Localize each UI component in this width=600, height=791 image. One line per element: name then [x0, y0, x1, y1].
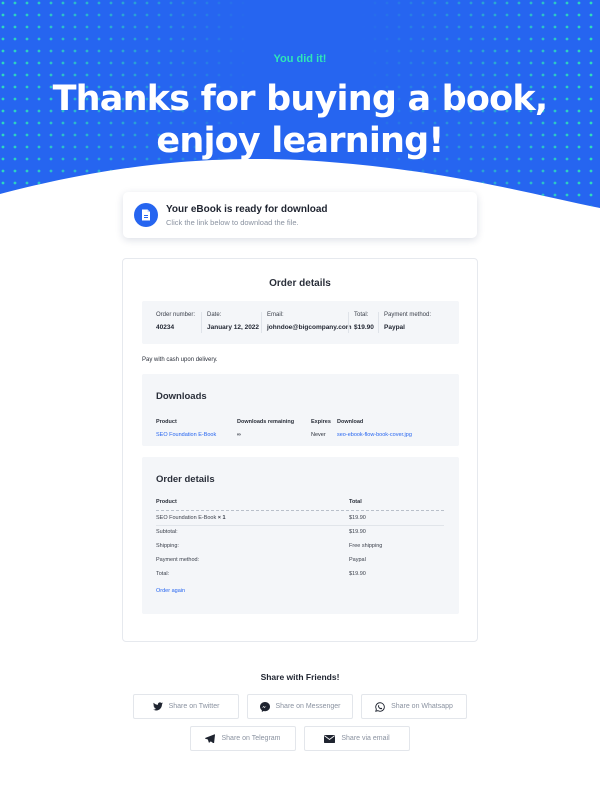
- telegram-icon: [205, 734, 216, 743]
- payment-row: Payment method: Paypal: [156, 557, 444, 563]
- subtotal-row: Subtotal: $19.90: [156, 529, 444, 535]
- download-product-link[interactable]: SEO Foundation E-Book: [156, 432, 216, 438]
- header-total: Total: [349, 499, 362, 505]
- document-icon: [134, 203, 158, 227]
- order-date-value: January 12, 2022: [207, 324, 260, 331]
- whatsapp-icon: [375, 701, 385, 712]
- share-whatsapp-button[interactable]: Share on Whatsapp: [361, 694, 467, 719]
- share-email-button[interactable]: Share via email: [304, 726, 410, 751]
- share-telegram-label: Share on Telegram: [221, 735, 281, 742]
- downloads-remaining-value: ∞: [237, 432, 241, 438]
- share-twitter-button[interactable]: Share on Twitter: [133, 694, 239, 719]
- order-panel-title: Order details: [269, 278, 331, 289]
- downloads-header-product: Product: [156, 419, 177, 425]
- divider: [156, 510, 444, 511]
- downloads-section: Downloads Product Downloads remaining Ex…: [142, 374, 459, 446]
- total-value: $19.90: [349, 571, 366, 577]
- order-again-link[interactable]: Order again: [156, 588, 185, 594]
- subtotal-value: $19.90: [349, 529, 366, 535]
- hero-tagline: You did it!: [273, 53, 327, 65]
- share-whatsapp-label: Share on Whatsapp: [391, 703, 453, 710]
- order-panel: Order details Order number: 40234 Date: …: [122, 258, 478, 642]
- order-date: Date: January 12, 2022: [201, 312, 261, 333]
- order-summary: Order number: 40234 Date: January 12, 20…: [142, 301, 459, 344]
- page-title: Thanks for buying a book, enjoy learning…: [0, 78, 600, 162]
- ebook-ready-card: Your eBook is ready for download Click t…: [123, 192, 477, 238]
- share-messenger-button[interactable]: Share on Messenger: [247, 694, 353, 719]
- divider: [156, 525, 444, 526]
- order-payment-value: Paypal: [384, 324, 405, 331]
- twitter-icon: [152, 702, 163, 711]
- page-title-line-2: enjoy learning!: [156, 121, 444, 161]
- share-messenger-label: Share on Messenger: [275, 703, 341, 710]
- payment-label: Payment method:: [156, 557, 200, 563]
- order-date-label: Date:: [207, 312, 222, 318]
- hero-banner: You did it! Thanks for buying a book, en…: [0, 0, 600, 215]
- ebook-ready-title: Your eBook is ready for download: [166, 203, 328, 215]
- messenger-icon: [259, 701, 270, 712]
- total-row: Total: $19.90: [156, 571, 444, 577]
- downloads-header-expires: Expires: [311, 419, 331, 425]
- shipping-row: Shipping: Free shipping: [156, 543, 444, 549]
- order-number-value: 40234: [156, 324, 175, 331]
- order-details-title: Order details: [156, 474, 215, 485]
- downloads-header-remaining: Downloads remaining: [237, 419, 295, 425]
- order-item-row: SEO Foundation E-Book × 1 $19.90: [156, 515, 444, 521]
- download-file-link[interactable]: seo-ebook-flow-book-cover.jpg: [337, 432, 412, 438]
- payment-value: Paypal: [349, 557, 366, 563]
- order-total-label: Total:: [354, 312, 369, 318]
- order-number-label: Order number:: [156, 312, 196, 318]
- item-qty: × 1: [217, 515, 226, 521]
- order-total-value: $19.90: [354, 324, 374, 331]
- share-telegram-button[interactable]: Share on Telegram: [190, 726, 296, 751]
- share-twitter-label: Share on Twitter: [168, 703, 220, 710]
- share-email-label: Share via email: [341, 735, 390, 742]
- order-total: Total: $19.90: [348, 312, 378, 333]
- downloads-header-download: Download: [337, 419, 364, 425]
- order-payment: Payment method: Paypal: [378, 312, 453, 333]
- order-payment-label: Payment method:: [384, 312, 432, 318]
- cash-note: Pay with cash upon delivery.: [142, 357, 218, 363]
- order-details-header: Product Total: [156, 499, 444, 505]
- shipping-label: Shipping:: [156, 543, 179, 549]
- item-total: $19.90: [349, 515, 366, 521]
- header-product: Product: [156, 499, 177, 505]
- subtotal-label: Subtotal:: [156, 529, 178, 535]
- order-email: Email: johndoe@bigcompany.com: [261, 312, 352, 333]
- order-number: Order number: 40234: [151, 312, 199, 333]
- order-email-label: Email:: [267, 312, 284, 318]
- share-title: Share with Friends!: [260, 672, 340, 682]
- order-email-value: johndoe@bigcompany.com: [267, 324, 352, 331]
- download-expires-value: Never: [311, 432, 326, 438]
- order-details-section: Order details Product Total SEO Foundati…: [142, 457, 459, 614]
- total-label: Total:: [156, 571, 170, 577]
- email-icon: [324, 734, 336, 743]
- page-title-line-1: Thanks for buying a book,: [52, 79, 549, 119]
- shipping-value: Free shipping: [349, 543, 383, 549]
- downloads-title: Downloads: [156, 391, 207, 402]
- item-name: SEO Foundation E-Book: [156, 515, 217, 521]
- ebook-ready-subtitle: Click the link below to download the fil…: [166, 217, 299, 227]
